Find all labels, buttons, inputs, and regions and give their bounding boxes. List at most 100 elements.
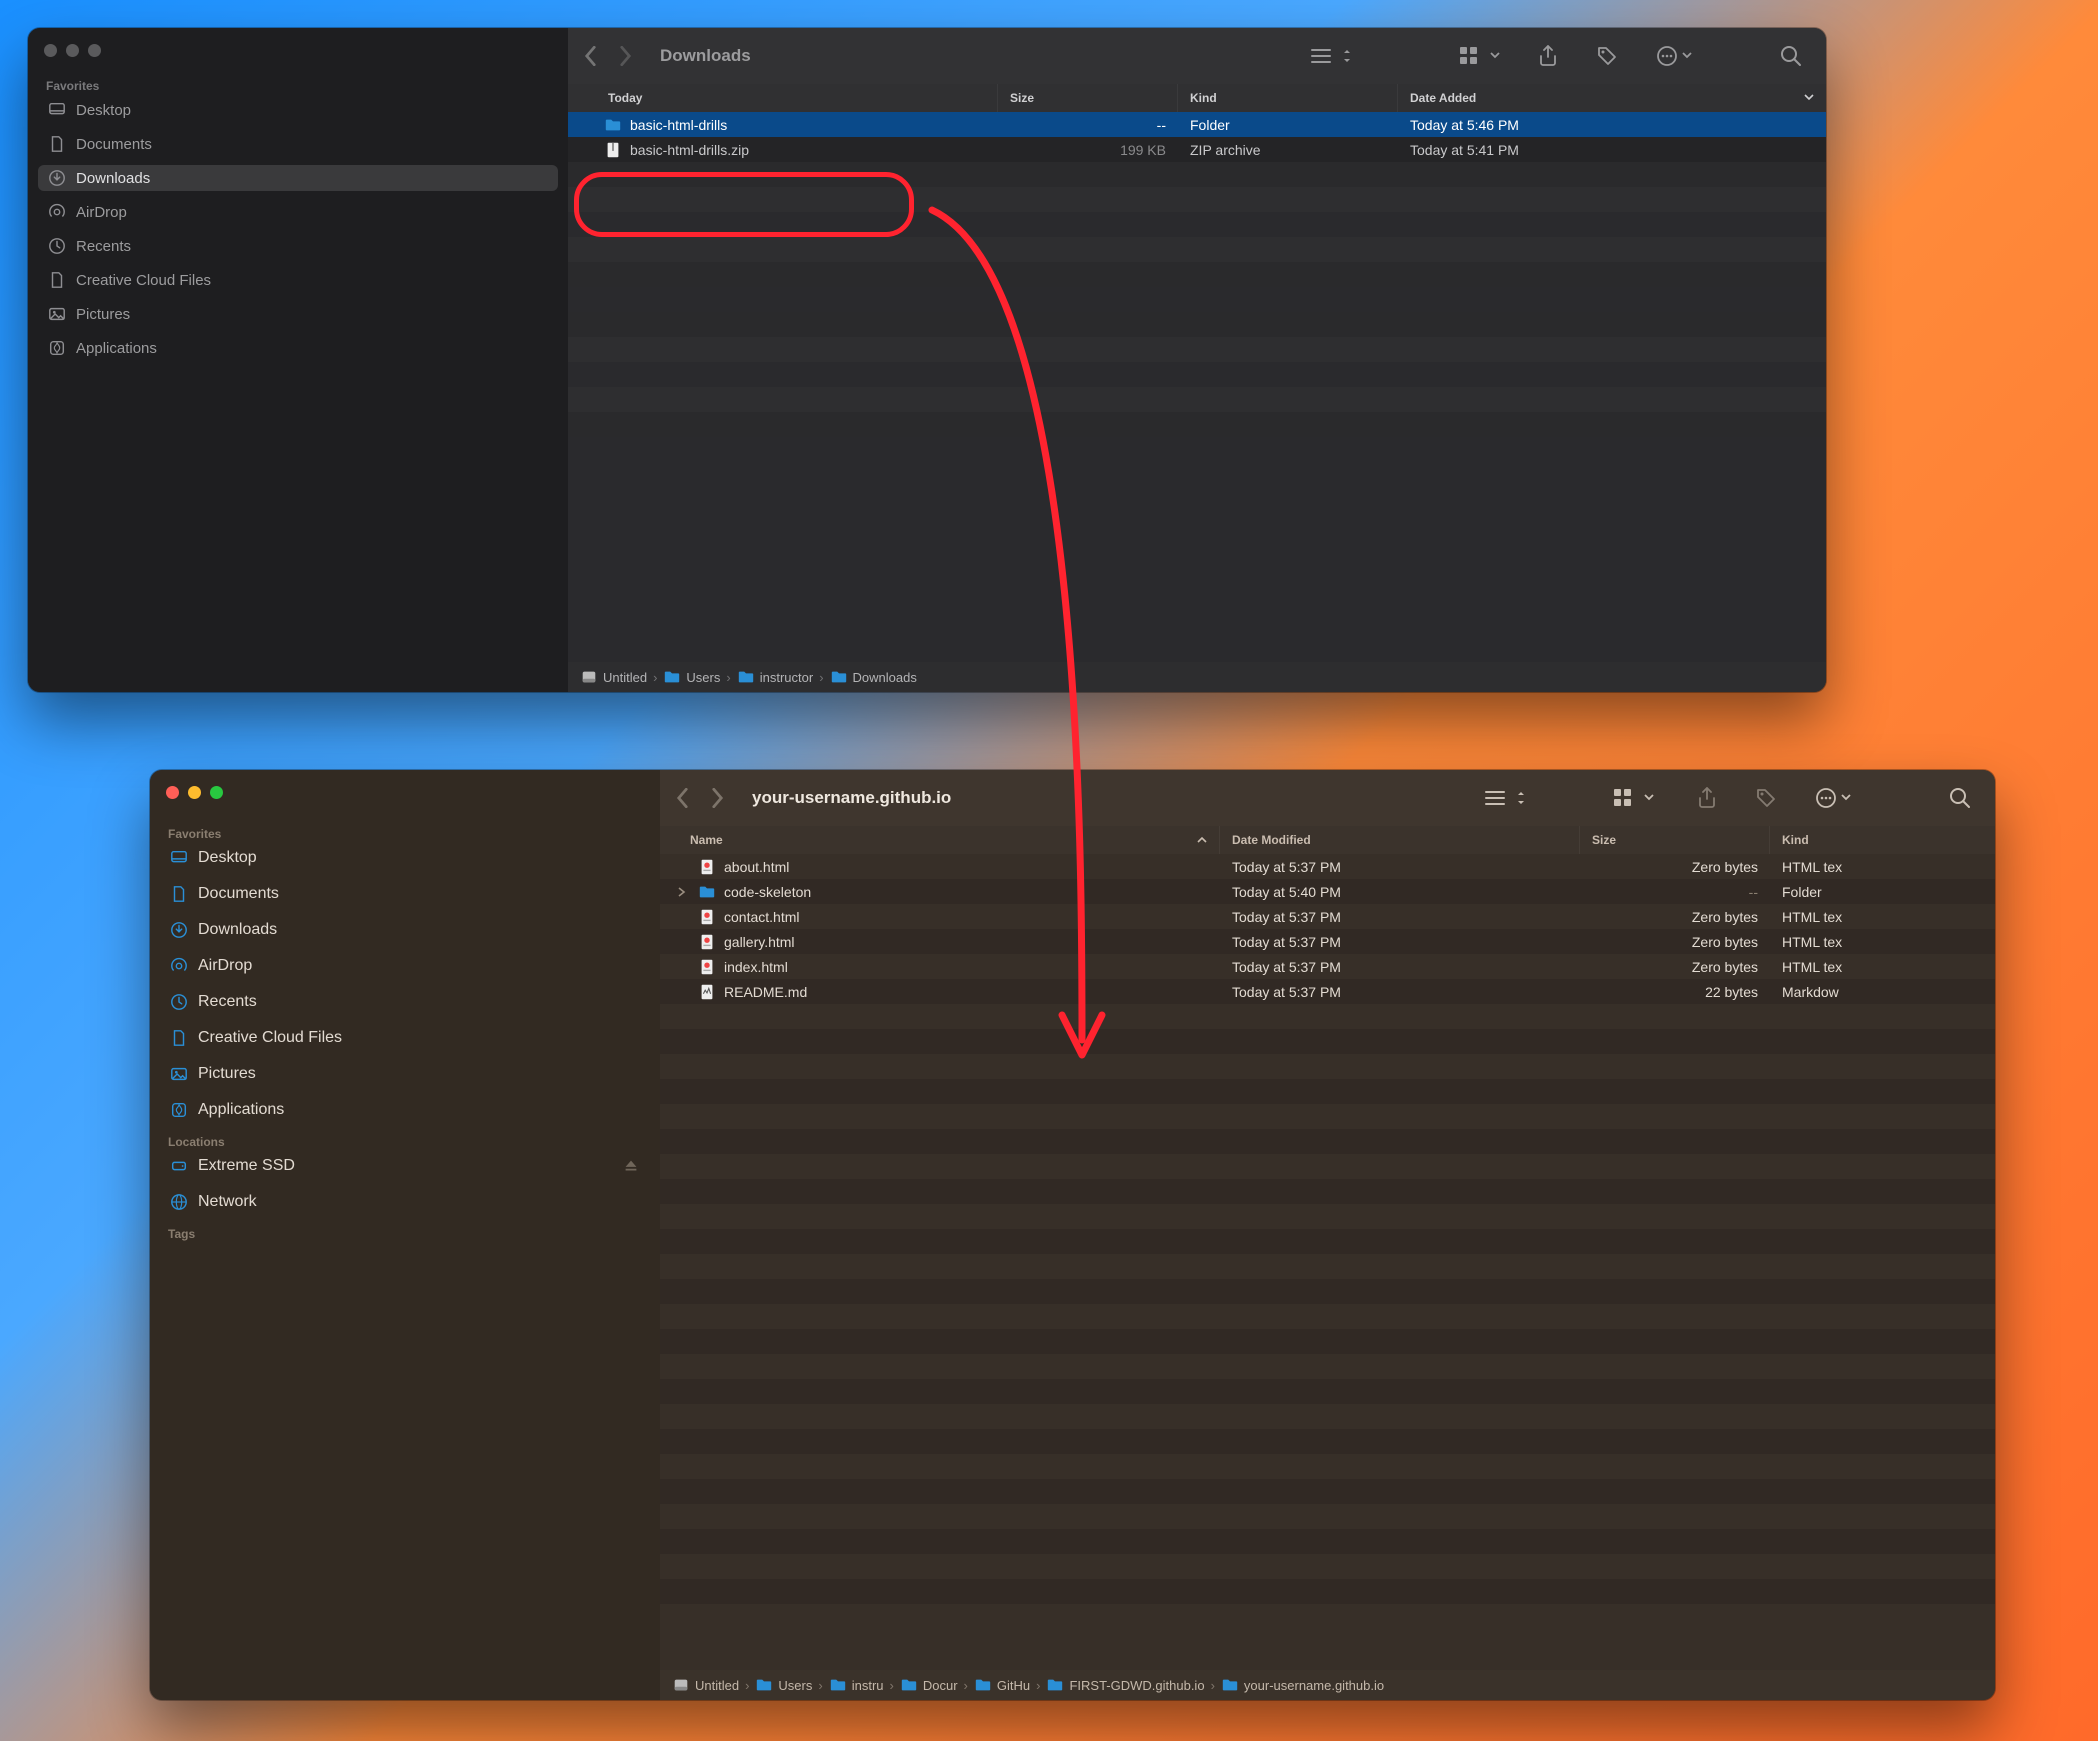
forward-button[interactable] bbox=[619, 46, 632, 66]
actions-button[interactable] bbox=[1656, 45, 1692, 67]
path-segment[interactable]: Downloads bbox=[830, 668, 917, 686]
download-icon bbox=[48, 169, 66, 187]
view-list-button[interactable] bbox=[1310, 47, 1352, 65]
path-label: FIRST-GDWD.github.io bbox=[1069, 1678, 1204, 1693]
path-segment[interactable]: Docur bbox=[900, 1676, 958, 1694]
forward-button[interactable] bbox=[711, 788, 724, 808]
folder-icon bbox=[755, 1676, 773, 1694]
window-controls bbox=[166, 786, 650, 799]
empty-row bbox=[660, 1054, 1995, 1079]
empty-row bbox=[568, 262, 1826, 287]
file-name: about.html bbox=[724, 859, 789, 875]
sidebar-item-creative cloud files[interactable]: Creative Cloud Files bbox=[160, 1025, 650, 1051]
file-row[interactable]: contact.html Today at 5:37 PM Zero bytes… bbox=[660, 904, 1995, 929]
sidebar-item-label: Recents bbox=[76, 238, 131, 255]
column-group[interactable]: Today bbox=[568, 84, 998, 112]
share-button[interactable] bbox=[1538, 45, 1558, 67]
eject-icon[interactable] bbox=[622, 1157, 640, 1175]
clock-icon bbox=[48, 237, 66, 255]
airdrop-icon bbox=[170, 957, 188, 975]
view-list-button[interactable] bbox=[1484, 789, 1526, 807]
sidebar-item-airdrop[interactable]: AirDrop bbox=[160, 953, 650, 979]
path-bar: Untitled › Users › instructor › Download… bbox=[568, 662, 1826, 692]
sidebar-item-applications[interactable]: Applications bbox=[160, 1097, 650, 1123]
file-date: Today at 5:37 PM bbox=[1220, 909, 1580, 925]
close-dot[interactable] bbox=[166, 786, 179, 799]
empty-row bbox=[660, 1004, 1995, 1029]
file-row[interactable]: gallery.html Today at 5:37 PM Zero bytes… bbox=[660, 929, 1995, 954]
path-segment[interactable]: Untitled bbox=[672, 1676, 739, 1694]
sidebar-item-recents[interactable]: Recents bbox=[160, 989, 650, 1015]
tags-button[interactable] bbox=[1596, 45, 1618, 67]
file-row[interactable]: basic-html-drills -- Folder Today at 5:4… bbox=[568, 112, 1826, 137]
sidebar-section-label: Tags bbox=[168, 1227, 650, 1241]
path-segment[interactable]: instructor bbox=[737, 668, 813, 686]
main-pane: your-username.github.io bbox=[660, 770, 1995, 1700]
empty-row bbox=[568, 312, 1826, 337]
document-icon bbox=[170, 1029, 188, 1047]
sidebar-item-desktop[interactable]: Desktop bbox=[38, 97, 558, 123]
file-row[interactable]: code-skeleton Today at 5:40 PM -- Folder bbox=[660, 879, 1995, 904]
actions-button[interactable] bbox=[1815, 787, 1851, 809]
sidebar-item-network[interactable]: Network bbox=[160, 1189, 650, 1215]
back-button[interactable] bbox=[584, 46, 597, 66]
file-list: about.html Today at 5:37 PM Zero bytes H… bbox=[660, 854, 1995, 1670]
sidebar-item-desktop[interactable]: Desktop bbox=[160, 845, 650, 871]
path-label: your-username.github.io bbox=[1244, 1678, 1384, 1693]
back-button[interactable] bbox=[676, 788, 689, 808]
main-pane: Downloads T bbox=[568, 28, 1826, 692]
group-button[interactable] bbox=[1614, 789, 1654, 807]
close-dot[interactable] bbox=[44, 44, 57, 57]
sidebar-item-label: Desktop bbox=[198, 849, 257, 867]
finder-window-downloads: Favorites Desktop Documents Downloads Ai… bbox=[28, 28, 1826, 692]
sidebar-item-extreme ssd[interactable]: Extreme SSD bbox=[160, 1153, 650, 1179]
empty-row bbox=[660, 1179, 1995, 1204]
file-size: Zero bytes bbox=[1580, 909, 1770, 925]
sidebar-item-applications[interactable]: Applications bbox=[38, 335, 558, 361]
file-row[interactable]: index.html Today at 5:37 PM Zero bytes H… bbox=[660, 954, 1995, 979]
column-date-added[interactable]: Date Added bbox=[1398, 84, 1826, 112]
zoom-dot[interactable] bbox=[210, 786, 223, 799]
path-segment[interactable]: Untitled bbox=[580, 668, 647, 686]
file-date: Today at 5:37 PM bbox=[1220, 959, 1580, 975]
minimize-dot[interactable] bbox=[188, 786, 201, 799]
file-name: gallery.html bbox=[724, 934, 795, 950]
file-row[interactable]: basic-html-drills.zip 199 KB ZIP archive… bbox=[568, 137, 1826, 162]
sidebar-item-label: Creative Cloud Files bbox=[198, 1029, 342, 1047]
desktop-icon bbox=[170, 849, 188, 867]
share-button[interactable] bbox=[1697, 787, 1717, 809]
sidebar-item-documents[interactable]: Documents bbox=[38, 131, 558, 157]
html-icon bbox=[698, 958, 716, 976]
sidebar-item-pictures[interactable]: Pictures bbox=[160, 1061, 650, 1087]
tags-button[interactable] bbox=[1755, 787, 1777, 809]
path-segment[interactable]: Users bbox=[755, 1676, 812, 1694]
sidebar-item-label: Recents bbox=[198, 993, 257, 1011]
search-button[interactable] bbox=[1780, 45, 1802, 67]
path-segment[interactable]: FIRST-GDWD.github.io bbox=[1046, 1676, 1204, 1694]
search-button[interactable] bbox=[1949, 787, 1971, 809]
file-row[interactable]: README.md Today at 5:37 PM 22 bytes Mark… bbox=[660, 979, 1995, 1004]
sidebar-item-documents[interactable]: Documents bbox=[160, 881, 650, 907]
column-date-modified[interactable]: Date Modified bbox=[1220, 826, 1580, 854]
group-button[interactable] bbox=[1460, 47, 1500, 65]
sidebar-item-airdrop[interactable]: AirDrop bbox=[38, 199, 558, 225]
path-segment[interactable]: your-username.github.io bbox=[1221, 1676, 1384, 1694]
column-kind[interactable]: Kind bbox=[1178, 84, 1398, 112]
sidebar-item-downloads[interactable]: Downloads bbox=[38, 165, 558, 191]
column-name[interactable]: Name bbox=[660, 826, 1220, 854]
column-size[interactable]: Size bbox=[1580, 826, 1770, 854]
path-segment[interactable]: instru bbox=[829, 1676, 884, 1694]
path-segment[interactable]: Users bbox=[663, 668, 720, 686]
column-size[interactable]: Size bbox=[998, 84, 1178, 112]
column-kind[interactable]: Kind bbox=[1770, 826, 1995, 854]
empty-row bbox=[660, 1154, 1995, 1179]
minimize-dot[interactable] bbox=[66, 44, 79, 57]
sidebar-item-downloads[interactable]: Downloads bbox=[160, 917, 650, 943]
zoom-dot[interactable] bbox=[88, 44, 101, 57]
sidebar-item-pictures[interactable]: Pictures bbox=[38, 301, 558, 327]
sidebar-item-creative cloud files[interactable]: Creative Cloud Files bbox=[38, 267, 558, 293]
file-row[interactable]: about.html Today at 5:37 PM Zero bytes H… bbox=[660, 854, 1995, 879]
sidebar-item-recents[interactable]: Recents bbox=[38, 233, 558, 259]
empty-row bbox=[568, 387, 1826, 412]
path-segment[interactable]: GitHu bbox=[974, 1676, 1030, 1694]
